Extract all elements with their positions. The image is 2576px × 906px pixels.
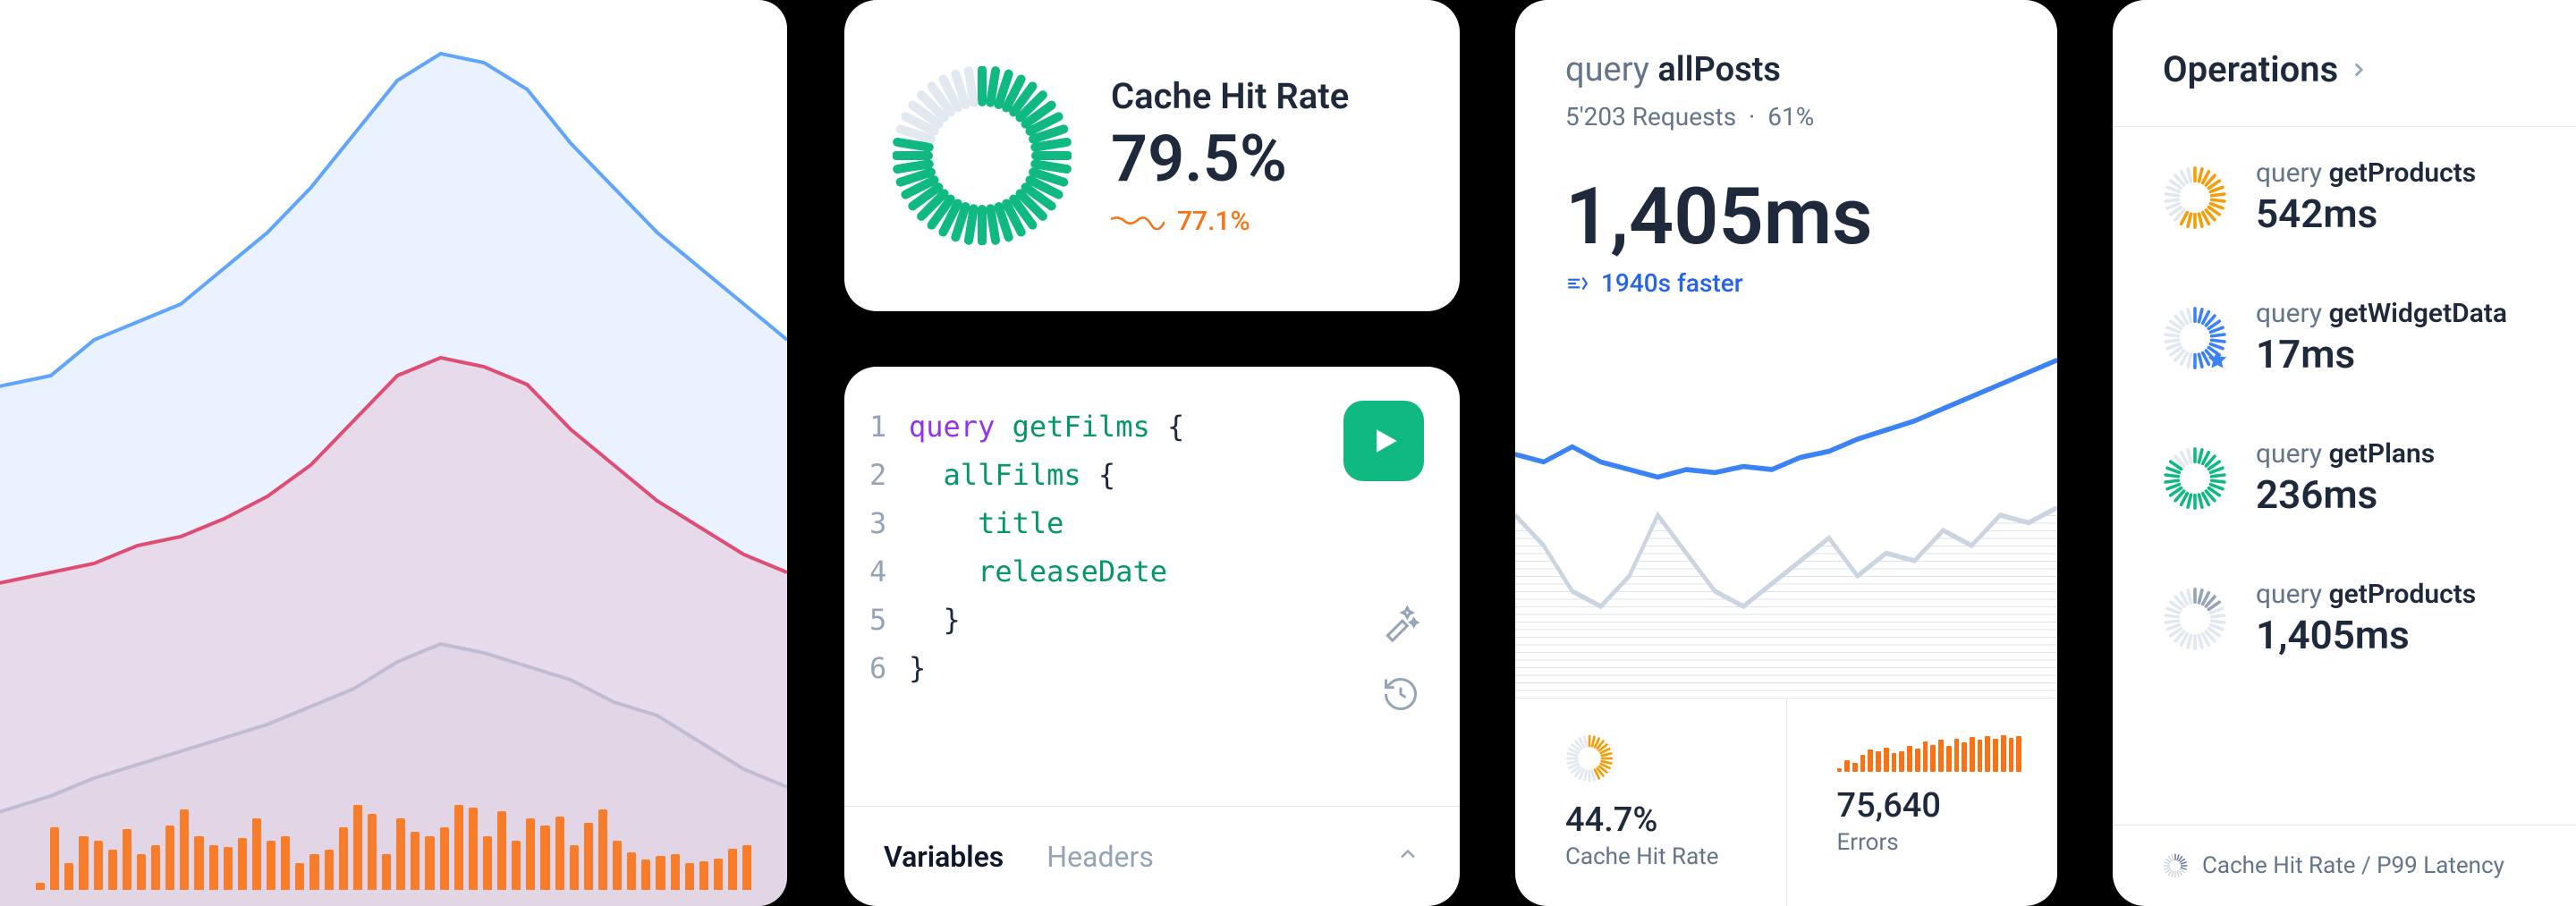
chevron-up-icon [1395, 842, 1420, 867]
operations-footer-label: Cache Hit Rate / P99 Latency [2202, 852, 2504, 879]
query-editor-card: 1query getFilms {2 allFilms {3 title4 re… [844, 367, 1460, 906]
tab-headers[interactable]: Headers [1046, 840, 1154, 874]
operation-ring-icon [2163, 446, 2227, 511]
operation-latency: 542ms [2256, 191, 2476, 237]
performance-query-title: query allPosts [1565, 50, 2007, 89]
stat-cache-label: Cache Hit Rate [1565, 843, 1750, 870]
operation-name: query getWidgetData [2256, 298, 2507, 329]
stat-errors-label: Errors [1837, 829, 2022, 856]
operation-latency: 1,405ms [2256, 612, 2476, 658]
speed-icon [1565, 272, 1589, 295]
operation-row[interactable]: query getPlans236ms [2113, 408, 2576, 548]
code-line: 3 title [869, 499, 1424, 547]
cache-hit-rate-prev: 77.1% [1177, 206, 1250, 237]
play-icon [1370, 426, 1401, 456]
cache-hit-rate-value: 79.5% [1111, 121, 1349, 197]
editor-footer: Variables Headers [844, 806, 1460, 906]
traffic-bar-chart [0, 799, 787, 906]
operations-title: Operations [2163, 48, 2338, 90]
operation-row[interactable]: query getWidgetData17ms [2113, 267, 2576, 408]
code-editor[interactable]: 1query getFilms {2 allFilms {3 title4 re… [844, 367, 1460, 806]
operation-ring-icon [2163, 306, 2227, 370]
latency-chart [1515, 318, 2057, 698]
operations-footer: Cache Hit Rate / P99 Latency [2113, 825, 2576, 906]
stat-errors-sparkline [1837, 734, 2022, 772]
stat-cache-ring-icon [1565, 734, 1614, 783]
traffic-chart-card [0, 0, 787, 906]
code-line: 5 } [869, 596, 1424, 644]
operation-name: query getPlans [2256, 438, 2435, 470]
operation-name: query getProducts [2256, 579, 2476, 610]
performance-faster-badge: 1940s faster [1565, 268, 2007, 298]
operations-card: Operations query getProducts542msquery g… [2113, 0, 2576, 906]
star-icon [2206, 349, 2229, 372]
cache-hit-rate-trend: 77.1% [1111, 206, 1349, 237]
stat-errors: 75,640 Errors [1786, 699, 2058, 906]
code-line: 6} [869, 644, 1424, 692]
tab-variables[interactable]: Variables [884, 840, 1004, 874]
operation-name: query getProducts [2256, 157, 2476, 189]
chevron-right-icon [2347, 58, 2370, 81]
code-line: 4 releaseDate [869, 547, 1424, 596]
cache-hit-rate-label: Cache Hit Rate [1111, 75, 1349, 117]
operation-ring-icon [2163, 587, 2227, 651]
operations-header[interactable]: Operations [2113, 0, 2576, 127]
code-line: 1query getFilms { [869, 402, 1424, 451]
query-performance-card: query allPosts 5'203 Requests · 61% 1,40… [1515, 0, 2057, 906]
cache-hit-rate-card: Cache Hit Rate 79.5% 77.1% [844, 0, 1460, 311]
run-query-button[interactable] [1343, 401, 1424, 481]
legend-ring-icon [2163, 853, 2188, 878]
magic-wand-icon[interactable] [1381, 603, 1420, 642]
stat-cache-value: 44.7% [1565, 800, 1750, 840]
traffic-area-chart [0, 0, 787, 906]
stat-errors-value: 75,640 [1837, 786, 2022, 826]
performance-query-subtitle: 5'203 Requests · 61% [1565, 102, 2007, 131]
performance-latency-value: 1,405ms [1565, 171, 2007, 263]
code-line: 2 allFilms { [869, 451, 1424, 499]
operation-row[interactable]: query getProducts1,405ms [2113, 548, 2576, 689]
trend-sparkline-icon [1111, 212, 1165, 230]
stat-cache-hit-rate: 44.7% Cache Hit Rate [1515, 699, 1786, 906]
operation-latency: 236ms [2256, 471, 2435, 518]
operation-latency: 17ms [2256, 331, 2507, 377]
operation-ring-icon [2163, 165, 2227, 230]
footer-collapse-toggle[interactable] [1395, 840, 1420, 874]
operation-row[interactable]: query getProducts542ms [2113, 127, 2576, 267]
cache-hit-rate-ring [893, 66, 1072, 245]
history-icon[interactable] [1381, 674, 1420, 714]
